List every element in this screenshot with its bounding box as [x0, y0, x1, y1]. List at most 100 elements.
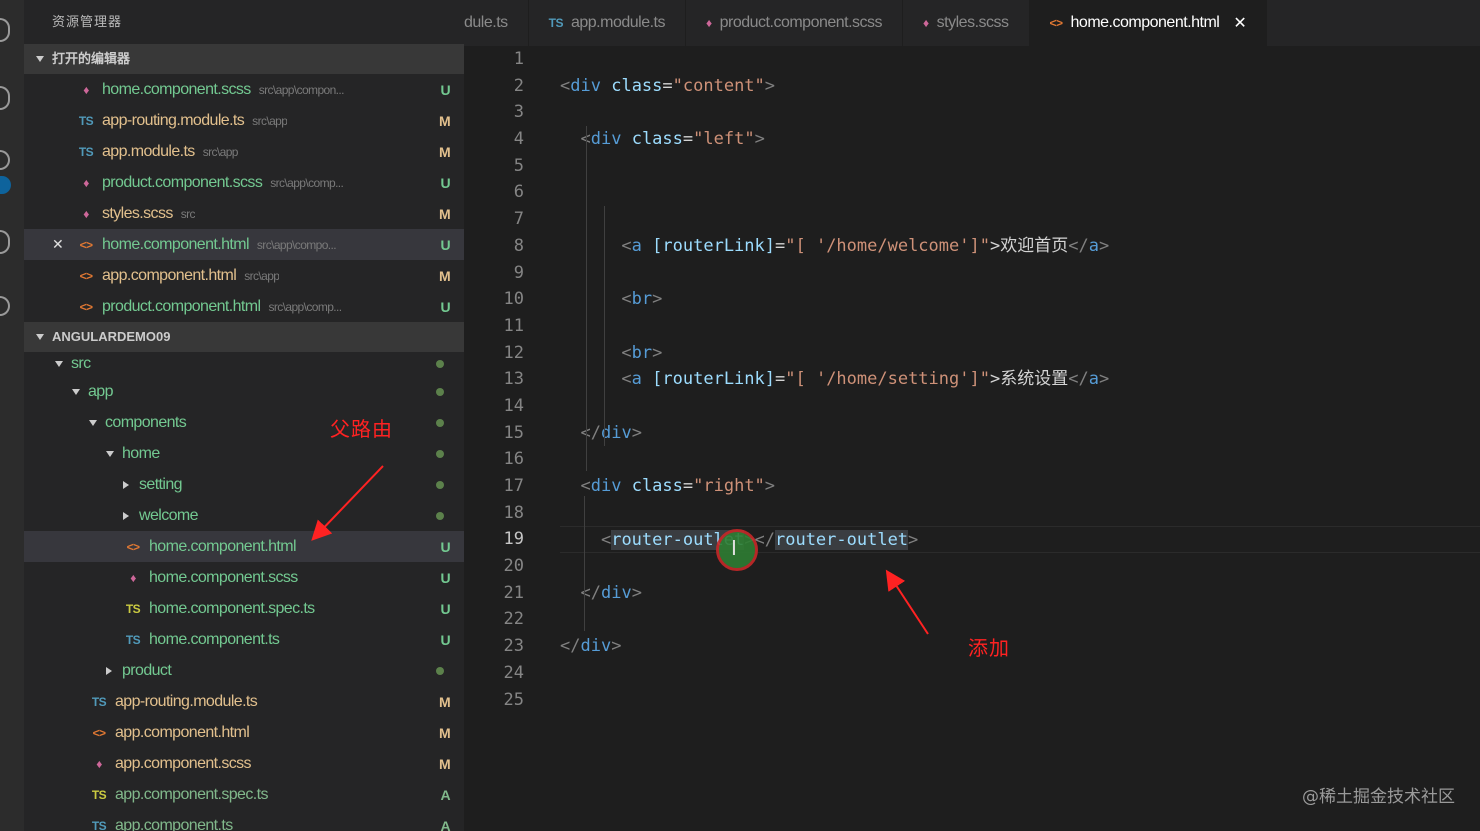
code-token: </: [580, 422, 601, 443]
line-number: 4: [513, 129, 524, 150]
indent-guide: [584, 496, 585, 631]
git-change-dot: [436, 418, 444, 427]
open-editor-item[interactable]: TS app.module.ts src\app M: [24, 136, 464, 167]
code-token: "[ '/home/setting']": [785, 369, 990, 390]
file-item[interactable]: <> app.component.html M: [24, 717, 464, 748]
code-line[interactable]: [560, 153, 1480, 180]
editor-tab[interactable]: TS app.module.ts: [529, 0, 686, 46]
code-line[interactable]: [560, 660, 1480, 687]
line-number: 13: [503, 369, 524, 390]
editor-tab[interactable]: ♦ styles.scss: [903, 0, 1030, 46]
code-line[interactable]: [560, 500, 1480, 527]
editor-tab[interactable]: <> home.component.html ✕: [1029, 0, 1268, 46]
open-editor-item[interactable]: ♦ product.component.scss src\app\comp... U: [24, 167, 464, 198]
file-item[interactable]: TS app.component.ts A: [24, 810, 464, 831]
code-token: class: [631, 129, 683, 150]
code-token: div: [570, 75, 601, 96]
file-item[interactable]: ♦ app.component.scss M: [24, 748, 464, 779]
debug-icon[interactable]: [0, 230, 10, 254]
indent-guide: [586, 126, 587, 471]
code-line[interactable]: <router-outlet></router-outlet>: [560, 526, 1480, 554]
file-item[interactable]: TS home.component.ts U: [24, 624, 464, 655]
chevron-right-icon: [123, 480, 129, 489]
code-line[interactable]: <div class="right">: [560, 473, 1480, 500]
code-token: >: [631, 422, 642, 443]
line-number: 14: [503, 395, 524, 416]
line-number-gutter: 1 2 3 4 5 6 7 8 9 10 11 12 13 14 15 16 17 18 19 20 21 22 23 24 2…: [484, 46, 524, 713]
code-line[interactable]: [560, 687, 1480, 714]
file-name: app.component.ts: [115, 816, 233, 831]
line-number: 2: [513, 75, 524, 96]
code-line[interactable]: </div>: [560, 420, 1480, 447]
code-line[interactable]: <div class="content">: [560, 73, 1480, 100]
open-editor-item[interactable]: TS app-routing.module.ts src\app M: [24, 105, 464, 136]
code-token: >: [764, 75, 776, 96]
open-editor-item[interactable]: <> product.component.html src\app\comp... U: [24, 291, 464, 322]
file-item[interactable]: TS app-routing.module.ts M: [24, 686, 464, 717]
file-item[interactable]: TS home.component.spec.ts U: [24, 593, 464, 624]
code-line[interactable]: <br>: [560, 340, 1480, 367]
editor-tab[interactable]: dule.ts: [464, 0, 529, 46]
code-editor[interactable]: 1 2 3 4 5 6 7 8 9 10 11 12 13 14 15 16 17 18 19 20 21 22 23 24 2…: [464, 46, 1480, 831]
code-line[interactable]: [560, 206, 1480, 233]
search-icon[interactable]: [0, 86, 10, 110]
ts-icon: TS: [78, 144, 94, 159]
code-line[interactable]: [560, 393, 1480, 420]
git-status-badge: U: [440, 174, 450, 191]
extensions-icon[interactable]: [0, 296, 10, 316]
code-token: <: [621, 342, 632, 363]
code-token: "content": [672, 75, 765, 96]
folder-item[interactable]: src: [24, 352, 464, 376]
open-editor-item[interactable]: <> app.component.html src\app M: [24, 260, 464, 291]
open-editor-item[interactable]: ♦ styles.scss src M: [24, 198, 464, 229]
explorer-icon[interactable]: [0, 18, 10, 42]
folder-item[interactable]: components: [24, 407, 464, 438]
code-line[interactable]: [560, 99, 1480, 126]
code-token: div: [590, 476, 622, 496]
code-line[interactable]: </div>: [560, 633, 1480, 660]
code-lines[interactable]: <div class="content"> <div class="left">…: [560, 46, 1480, 713]
close-icon[interactable]: ✕: [1233, 13, 1246, 33]
code-line[interactable]: [560, 313, 1480, 340]
code-line[interactable]: [560, 446, 1480, 473]
chevron-down-icon: [36, 56, 44, 62]
code-line[interactable]: [560, 553, 1480, 580]
folder-item[interactable]: welcome: [24, 500, 464, 531]
folder-item[interactable]: setting: [24, 469, 464, 500]
code-line[interactable]: <a [routerLink]="[ '/home/welcome']">欢迎首…: [560, 233, 1480, 260]
file-item[interactable]: ♦ home.component.scss U: [24, 562, 464, 593]
open-editor-item[interactable]: ✕ <> home.component.html src\app\compo... U: [24, 229, 464, 260]
source-control-icon[interactable]: [0, 150, 10, 170]
code-line[interactable]: <a [routerLink]="[ '/home/setting']">系统设…: [560, 366, 1480, 393]
file-path: src\app\compo...: [256, 237, 337, 252]
file-name: home.component.html: [149, 537, 297, 555]
folder-item[interactable]: product: [24, 655, 464, 686]
code-line[interactable]: <div class="left">: [560, 126, 1480, 153]
code-line[interactable]: [560, 260, 1480, 287]
folder-item[interactable]: home: [24, 438, 464, 469]
text-cursor-icon: I: [731, 536, 737, 560]
code-line[interactable]: </div>: [560, 580, 1480, 607]
file-item[interactable]: <> home.component.html U: [24, 531, 464, 562]
code-token: >: [764, 476, 776, 496]
git-status-badge: M: [438, 267, 451, 284]
file-name: home.component.scss: [149, 568, 298, 586]
folder-item[interactable]: app: [24, 376, 464, 407]
open-editor-item[interactable]: ♦ home.component.scss src\app\compon... U: [24, 74, 464, 105]
file-item[interactable]: TS app.component.spec.ts A: [24, 779, 464, 810]
code-line[interactable]: <br>: [560, 286, 1480, 313]
ts-icon: TS: [91, 694, 107, 709]
project-header[interactable]: ANGULARDEMO09: [24, 322, 464, 352]
code-line[interactable]: [560, 179, 1480, 206]
code-line[interactable]: [560, 606, 1480, 633]
code-token: <: [560, 75, 571, 96]
source-control-badge: [0, 176, 11, 194]
open-editors-header[interactable]: 打开的编辑器: [24, 44, 464, 74]
line-number: 18: [503, 502, 524, 523]
code-line[interactable]: [560, 46, 1480, 73]
file-name: app.component.scss: [115, 754, 252, 772]
editor-tab[interactable]: ♦ product.component.scss: [686, 0, 904, 46]
close-icon[interactable]: ✕: [52, 236, 64, 253]
